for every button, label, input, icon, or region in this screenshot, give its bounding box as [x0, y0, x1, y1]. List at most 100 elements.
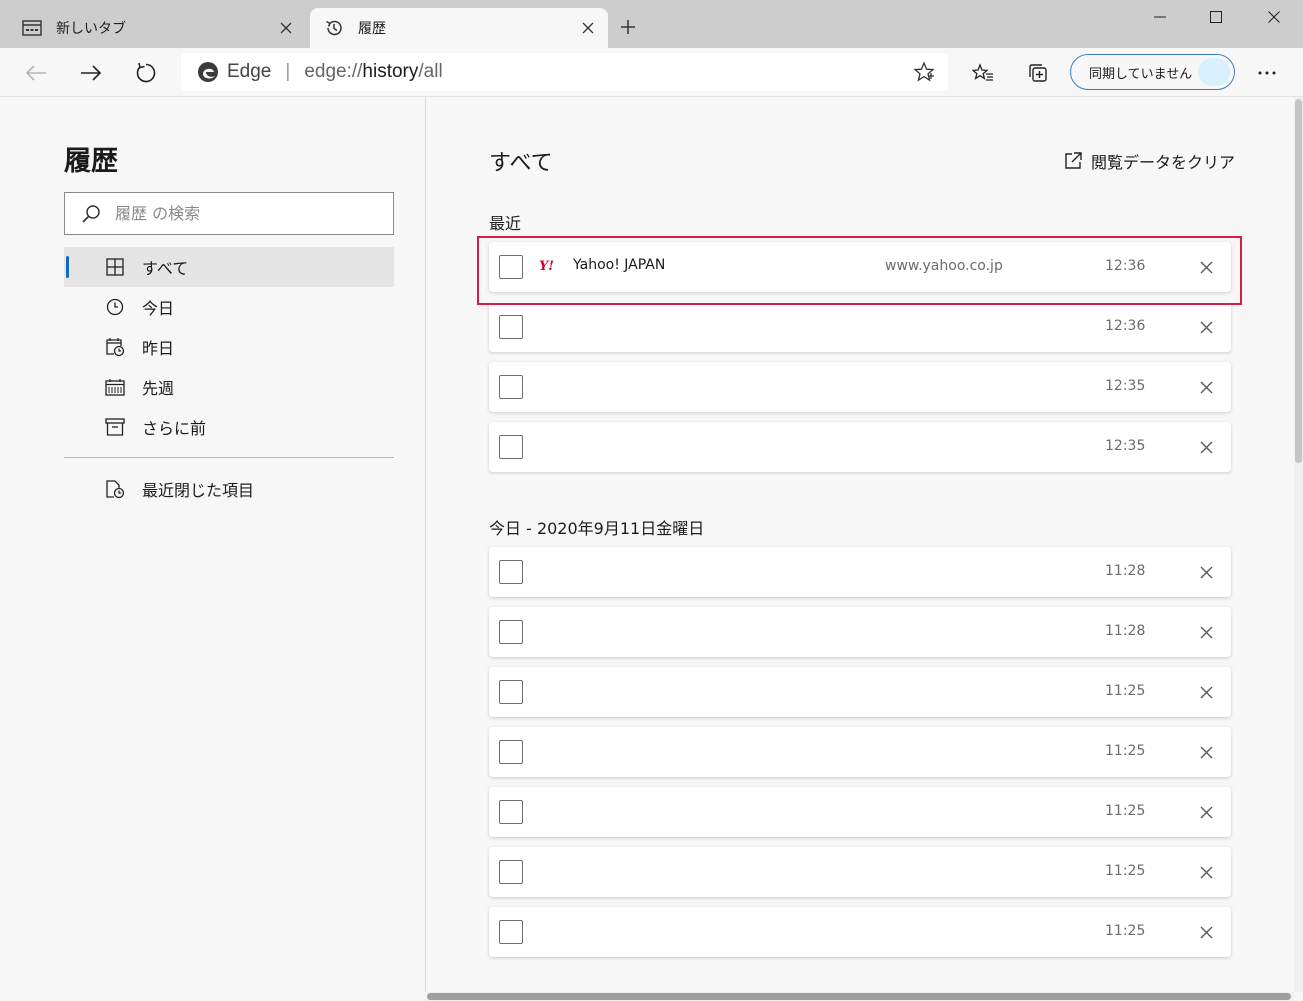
- history-row[interactable]: 11:25: [489, 727, 1231, 777]
- delete-row-icon[interactable]: [1193, 434, 1219, 460]
- more-options-icon[interactable]: [1250, 56, 1284, 90]
- row-checkbox[interactable]: [499, 255, 523, 279]
- history-sidebar: 履歴 すべて 今日 昨日 先週: [0, 97, 426, 1001]
- row-checkbox[interactable]: [499, 560, 523, 584]
- row-time: 11:28: [1105, 563, 1146, 579]
- calendar-yesterday-icon: [104, 336, 126, 358]
- sidebar-item-older[interactable]: さらに前: [64, 407, 394, 447]
- add-favorite-star-icon[interactable]: [912, 60, 936, 84]
- refresh-button[interactable]: [129, 56, 163, 90]
- section-label-recent: 最近: [489, 214, 522, 233]
- delete-row-icon[interactable]: [1193, 254, 1219, 280]
- history-row[interactable]: Y! Yahoo! JAPAN www.yahoo.co.jp 12:36: [489, 242, 1231, 292]
- delete-row-icon[interactable]: [1193, 919, 1219, 945]
- delete-row-icon[interactable]: [1193, 799, 1219, 825]
- tab-label: 履歴: [358, 21, 386, 37]
- calendar-week-icon: [104, 376, 126, 398]
- back-button[interactable]: [19, 56, 53, 90]
- row-time: 12:35: [1105, 378, 1146, 394]
- forward-button[interactable]: [74, 56, 108, 90]
- clear-browsing-data-link[interactable]: 閲覧データをクリア: [1063, 149, 1235, 173]
- horizontal-scroll-thumb[interactable]: [427, 993, 1291, 1000]
- sidebar-item-recently-closed[interactable]: 最近閉じた項目: [64, 469, 394, 509]
- tab-label: 新しいタブ: [56, 21, 126, 37]
- close-window-button[interactable]: [1245, 0, 1303, 34]
- history-row[interactable]: 11:28: [489, 547, 1231, 597]
- vertical-scrollbar[interactable]: [1294, 97, 1303, 992]
- row-time: 12:36: [1105, 318, 1146, 334]
- minimize-button[interactable]: [1131, 0, 1189, 34]
- row-checkbox[interactable]: [499, 920, 523, 944]
- sidebar-item-label: 今日: [142, 299, 175, 318]
- row-checkbox[interactable]: [499, 620, 523, 644]
- new-tab-button[interactable]: [614, 13, 642, 41]
- edge-logo-icon: [198, 62, 218, 82]
- row-checkbox[interactable]: [499, 375, 523, 399]
- sidebar-title: 履歴: [64, 146, 118, 177]
- row-checkbox[interactable]: [499, 435, 523, 459]
- row-checkbox[interactable]: [499, 315, 523, 339]
- row-checkbox[interactable]: [499, 860, 523, 884]
- delete-row-icon[interactable]: [1193, 679, 1219, 705]
- history-row[interactable]: 11:28: [489, 607, 1231, 657]
- delete-row-icon[interactable]: [1193, 374, 1219, 400]
- sidebar-nav: すべて 今日 昨日 先週 さらに前: [64, 247, 394, 447]
- row-time: 11:25: [1105, 863, 1146, 879]
- toolbar: Edge | edge://history/all 同期していません: [0, 48, 1303, 97]
- favorites-icon[interactable]: [966, 56, 1000, 90]
- row-time: 11:28: [1105, 623, 1146, 639]
- history-row[interactable]: 12:36: [489, 302, 1231, 352]
- row-time: 11:25: [1105, 803, 1146, 819]
- delete-row-icon[interactable]: [1193, 859, 1219, 885]
- sidebar-item-yesterday[interactable]: 昨日: [64, 327, 394, 367]
- tab-new-tab[interactable]: 新しいタブ: [8, 8, 306, 48]
- history-row[interactable]: 11:25: [489, 847, 1231, 897]
- avatar: [1198, 58, 1230, 86]
- sidebar-secondary-nav: 最近閉じた項目: [64, 469, 394, 509]
- collections-icon[interactable]: [1021, 56, 1055, 90]
- sidebar-item-today[interactable]: 今日: [64, 287, 394, 327]
- row-domain: www.yahoo.co.jp: [885, 258, 1003, 274]
- address-bar[interactable]: Edge | edge://history/all: [181, 53, 948, 91]
- sidebar-item-label: 昨日: [142, 339, 175, 358]
- close-tab-icon[interactable]: [272, 14, 300, 42]
- grid-icon: [104, 256, 126, 278]
- delete-row-icon[interactable]: [1193, 559, 1219, 585]
- history-row[interactable]: 12:35: [489, 362, 1231, 412]
- search-input[interactable]: [115, 204, 365, 223]
- sync-profile-button[interactable]: 同期していません: [1070, 54, 1235, 90]
- brand-label: Edge: [227, 61, 272, 82]
- sidebar-item-label: さらに前: [142, 419, 207, 438]
- history-row[interactable]: 12:35: [489, 422, 1231, 472]
- row-title[interactable]: Yahoo! JAPAN: [573, 257, 665, 273]
- delete-row-icon[interactable]: [1193, 314, 1219, 340]
- row-checkbox[interactable]: [499, 800, 523, 824]
- row-checkbox[interactable]: [499, 740, 523, 764]
- sidebar-item-all[interactable]: すべて: [64, 247, 394, 287]
- row-time: 11:25: [1105, 743, 1146, 759]
- title-bar: 新しいタブ 履歴: [0, 0, 1303, 48]
- row-checkbox[interactable]: [499, 680, 523, 704]
- delete-row-icon[interactable]: [1193, 739, 1219, 765]
- history-row[interactable]: 11:25: [489, 907, 1231, 957]
- history-icon: [324, 18, 344, 38]
- tab-history[interactable]: 履歴: [310, 8, 608, 48]
- sidebar-item-label: 最近閉じた項目: [142, 481, 255, 500]
- delete-row-icon[interactable]: [1193, 619, 1219, 645]
- history-row[interactable]: 11:25: [489, 787, 1231, 837]
- close-tab-icon[interactable]: [574, 14, 602, 42]
- search-icon: [82, 204, 100, 223]
- external-link-icon: [1065, 152, 1082, 169]
- sidebar-divider: [64, 457, 394, 458]
- clock-icon: [104, 296, 126, 318]
- sidebar-item-last-week[interactable]: 先週: [64, 367, 394, 407]
- address-separator: |: [285, 61, 291, 82]
- maximize-button[interactable]: [1187, 0, 1245, 34]
- horizontal-scrollbar[interactable]: [427, 992, 1294, 1001]
- history-search-box[interactable]: [64, 192, 394, 235]
- history-row[interactable]: 11:25: [489, 667, 1231, 717]
- vertical-scroll-thumb[interactable]: [1295, 99, 1302, 463]
- recently-closed-icon: [104, 478, 126, 500]
- yahoo-favicon: Y!: [539, 259, 554, 274]
- section-label-today: 今日 - 2020年9月11日金曜日: [489, 519, 705, 538]
